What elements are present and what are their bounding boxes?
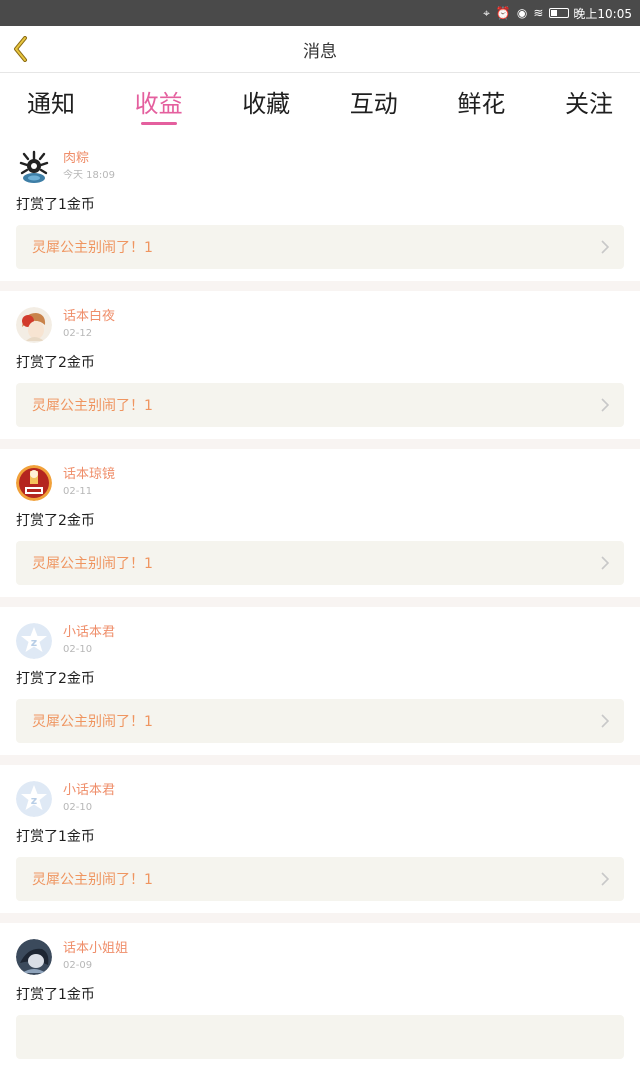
username[interactable]: 话本小姐姐 <box>63 941 128 957</box>
tab-underline <box>140 122 177 125</box>
message-card: 肉粽 今天 18:09 打赏了1金币 灵犀公主别闹了！1 <box>0 129 640 281</box>
chevron-right-icon <box>601 398 610 412</box>
reward-text: 打赏了2金币 <box>16 671 95 687</box>
tab-label: 通知 <box>27 89 75 118</box>
reward-text: 打赏了1金币 <box>16 197 95 213</box>
message-card: z 小话本君 02-10 打赏了1金币 灵犀公主别闹了！1 <box>0 765 640 913</box>
tab-earnings[interactable]: 收益 <box>132 73 186 129</box>
story-link[interactable]: 灵犀公主别闹了！1 <box>16 699 624 743</box>
reward-text: 打赏了1金币 <box>16 987 95 1003</box>
tab-bar: 通知 收益 收藏 互动 鲜花 关注 <box>0 73 640 129</box>
message-card: 话本白夜 02-12 打赏了2金币 灵犀公主别闹了！1 <box>0 291 640 439</box>
message-card: z 小话本君 02-10 打赏了2金币 灵犀公主别闹了！1 <box>0 607 640 755</box>
message-date: 02-11 <box>63 486 93 497</box>
tab-label: 互动 <box>349 89 398 118</box>
username[interactable]: 话本琼镜 <box>63 467 115 483</box>
battery-icon <box>549 8 570 18</box>
chevron-right-icon <box>601 872 610 886</box>
chevron-right-icon <box>601 240 610 254</box>
story-link[interactable]: 灵犀公主别闹了！1 <box>16 383 624 427</box>
red-badge-avatar[interactable] <box>16 465 52 501</box>
message-card: 话本小姐姐 02-09 打赏了1金币 <box>0 923 640 1071</box>
eye-icon: ◉ <box>516 6 528 20</box>
chevron-right-icon <box>601 556 610 570</box>
anime-girl-avatar[interactable] <box>16 307 52 343</box>
status-bar: ⌖ ⏰ ◉ ≋ 晚上10:05 <box>0 0 640 26</box>
username[interactable]: 话本白夜 <box>63 309 115 325</box>
story-link[interactable]: 灵犀公主别闹了！1 <box>16 541 624 585</box>
message-date: 今天 18:09 <box>63 170 115 181</box>
chevron-left-icon <box>14 36 27 62</box>
location-icon: ⌖ <box>483 6 490 20</box>
story-title: 灵犀公主别闹了！1 <box>32 714 153 730</box>
tab-label: 收益 <box>134 89 183 118</box>
tab-favorites[interactable]: 收藏 <box>239 73 293 129</box>
story-link[interactable]: 灵犀公主别闹了！1 <box>16 225 624 269</box>
status-time: 晚上10:05 <box>573 6 632 21</box>
story-title: 灵犀公主别闹了！1 <box>32 240 153 256</box>
message-list: 肉粽 今天 18:09 打赏了1金币 灵犀公主别闹了！1 话本白夜 02-12 … <box>0 129 640 1071</box>
tab-label: 关注 <box>564 89 613 118</box>
username[interactable]: 小话本君 <box>63 783 115 799</box>
dark-photo-avatar[interactable] <box>16 939 52 975</box>
tab-following[interactable]: 关注 <box>562 73 616 129</box>
z-star-avatar[interactable]: z <box>16 623 52 659</box>
tab-notifications[interactable]: 通知 <box>24 73 78 129</box>
reward-text: 打赏了1金币 <box>16 829 95 845</box>
message-card: 话本琼镜 02-11 打赏了2金币 灵犀公主别闹了！1 <box>0 449 640 597</box>
story-link[interactable]: 灵犀公主别闹了！1 <box>16 857 624 901</box>
z-star-avatar[interactable]: z <box>16 781 52 817</box>
message-date: 02-10 <box>63 644 93 655</box>
alarm-icon: ⏰ <box>495 6 511 20</box>
dark-gear-avatar[interactable] <box>16 149 52 185</box>
tab-label: 收藏 <box>242 89 291 118</box>
svg-text:z: z <box>31 636 37 649</box>
tab-interactions[interactable]: 互动 <box>347 73 401 129</box>
story-title: 灵犀公主别闹了！1 <box>32 872 153 888</box>
top-bar: 消息 <box>0 26 640 73</box>
wifi-icon: ≋ <box>533 6 544 20</box>
story-title: 灵犀公主别闹了！1 <box>32 556 153 572</box>
chevron-right-icon <box>601 714 610 728</box>
message-date: 02-09 <box>63 960 93 971</box>
story-title: 灵犀公主别闹了！1 <box>32 398 153 414</box>
message-date: 02-10 <box>63 802 93 813</box>
reward-text: 打赏了2金币 <box>16 355 95 371</box>
username[interactable]: 小话本君 <box>63 625 115 641</box>
back-button[interactable] <box>8 34 34 64</box>
username[interactable]: 肉粽 <box>63 151 115 167</box>
reward-text: 打赏了2金币 <box>16 513 95 529</box>
svg-text:z: z <box>31 794 37 807</box>
tab-label: 鲜花 <box>457 89 506 118</box>
message-date: 02-12 <box>63 328 93 339</box>
story-link[interactable] <box>16 1015 624 1059</box>
tab-flowers[interactable]: 鲜花 <box>454 73 508 129</box>
page-title: 消息 <box>303 41 337 62</box>
